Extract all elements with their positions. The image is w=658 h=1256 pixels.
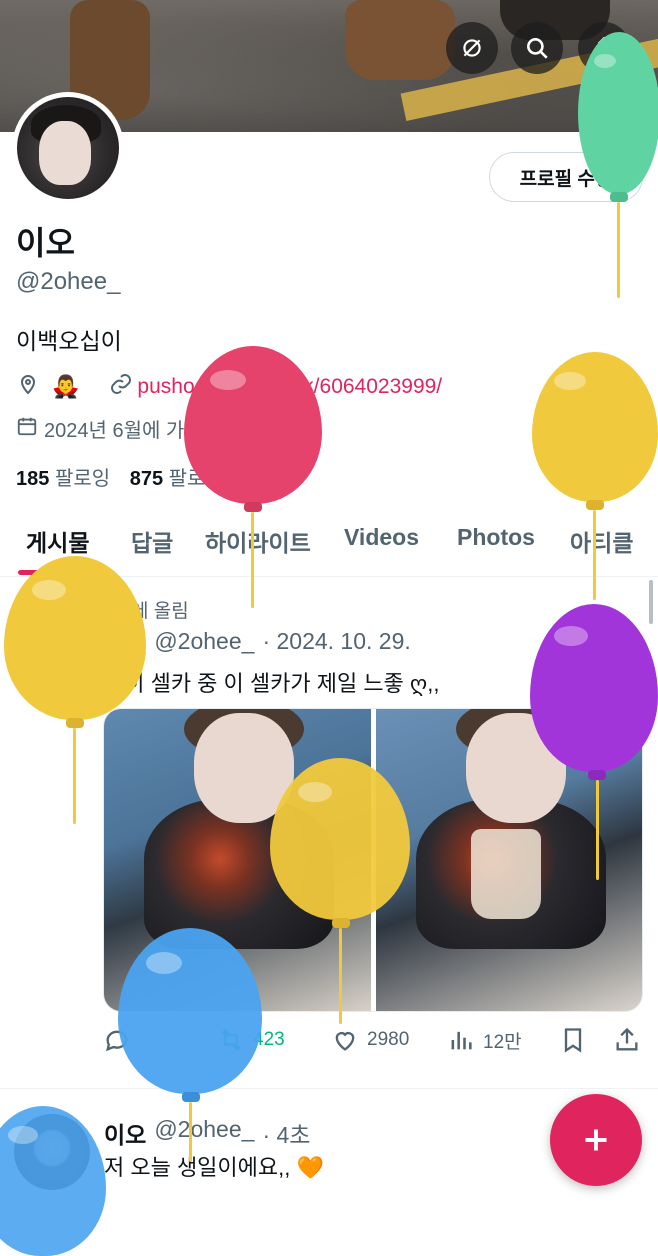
scrollbar[interactable]	[649, 580, 653, 624]
post-text: 소히 셀카 중 이 셀카가 제일 느좋 ღ,,	[104, 671, 440, 696]
location-text: 🧛‍♂️	[52, 374, 80, 399]
bookmark-icon	[564, 1028, 582, 1053]
tab-videos[interactable]: Videos	[344, 524, 419, 551]
bookmark-button[interactable]	[559, 1026, 587, 1054]
profile-bio: 이백오십이	[16, 328, 122, 354]
calendar-icon	[16, 415, 38, 443]
views-count: 12만	[483, 1031, 522, 1053]
grok-icon[interactable]	[446, 22, 498, 74]
tab-photos[interactable]: Photos	[457, 524, 535, 551]
like-button[interactable]: 2980	[331, 1026, 409, 1054]
post2-time[interactable]: · 4초	[262, 1116, 310, 1150]
compose-button[interactable]	[550, 1094, 642, 1186]
share-post-button[interactable]	[613, 1026, 641, 1054]
post-author-handle[interactable]: @2ohee_	[154, 628, 254, 662]
post2-text: 저 오늘 생일이에요,, 🧡	[104, 1155, 324, 1180]
share-post-icon	[616, 1027, 638, 1051]
tab-highlights[interactable]: 하이라이트	[205, 524, 311, 558]
plus-icon	[585, 1129, 607, 1151]
tab-articles[interactable]: 아티클	[570, 524, 633, 558]
like-count: 2980	[367, 1029, 410, 1050]
post2-header: 이오 @2ohee_ · 4초	[104, 1116, 310, 1150]
post-time[interactable]: · 2024. 10. 29.	[262, 628, 410, 662]
tab-posts[interactable]: 게시물	[26, 524, 89, 558]
views-icon	[451, 1031, 472, 1050]
link-icon	[109, 372, 133, 402]
location-icon	[16, 372, 40, 402]
tab-replies[interactable]: 답글	[131, 524, 173, 558]
post-header: 이오 @2ohee_ · 2024. 10. 29.	[104, 628, 411, 662]
profile-avatar[interactable]	[12, 92, 124, 204]
post-divider	[0, 1088, 658, 1089]
heart-icon	[335, 1032, 355, 1051]
post2-author-handle[interactable]: @2ohee_	[154, 1116, 254, 1150]
profile-name: 이오	[16, 225, 75, 261]
post2-author-name[interactable]: 이오	[104, 1116, 146, 1150]
views-button[interactable]: 12만	[447, 1026, 522, 1054]
profile-handle: @2ohee_	[16, 268, 121, 295]
search-icon[interactable]	[511, 22, 563, 74]
following-link[interactable]: 185 팔로잉	[16, 468, 110, 490]
